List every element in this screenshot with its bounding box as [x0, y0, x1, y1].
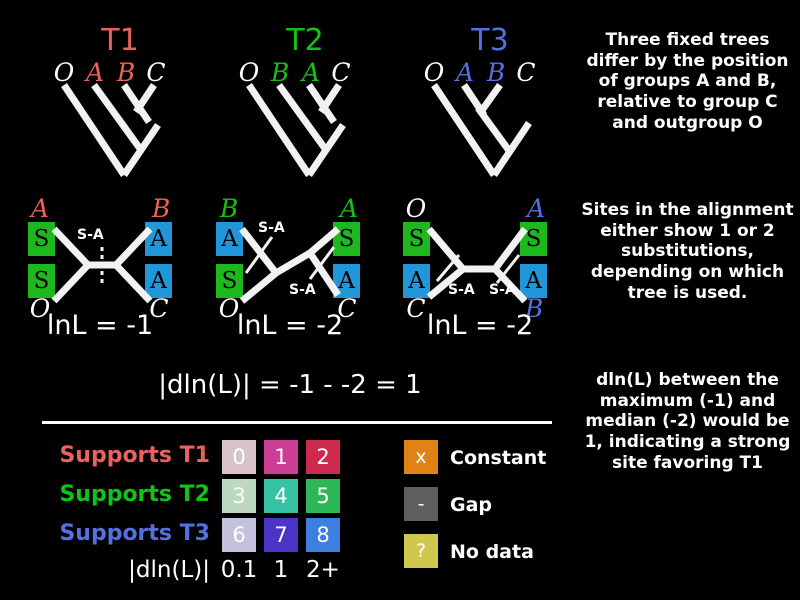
quartet-3-substitution-label-2: S-A [489, 282, 516, 298]
legend-swatch-t2-mid[interactable]: 4 [264, 479, 298, 513]
quartet-1-taxon-top-left: A [30, 194, 50, 223]
legend-divider [42, 421, 552, 424]
side-note-dlnl: dln(L) between the maximum (-1) and medi… [584, 370, 791, 473]
quartet-3-taxon-top-left: O [405, 194, 427, 223]
legend-swatch-t3-high[interactable]: 8 [306, 518, 340, 552]
quartet-2-substitution-label-1: S-A [258, 220, 285, 236]
quartet-1-edge-bottom-left [51, 262, 91, 304]
tree-t2-branch-o [246, 83, 312, 177]
tree-diagram-t1 [61, 82, 161, 177]
tree-title-t1: T1 [101, 23, 139, 58]
legend-scale-value-0: 0.1 [220, 557, 258, 583]
legend-swatch-t2-low[interactable]: 3 [222, 479, 256, 513]
quartet-3-edge-top-left [426, 226, 466, 272]
tree-t1-branch-o [61, 83, 127, 177]
legend-label-supports-t3: Supports T3 [59, 521, 210, 546]
legend-scale-label: |dln(L)| [128, 557, 210, 583]
side-note-sites: Sites in the alignment either show 1 or … [581, 200, 794, 303]
quartet-1-lnl: lnL = -1 [46, 310, 154, 341]
legend-swatch-t3-low[interactable]: 6 [222, 518, 256, 552]
legend-label-supports-t1: Supports T1 [59, 443, 210, 468]
quartet-3-lnl: lnL = -2 [426, 310, 534, 341]
legend-swatch-constant[interactable]: x [404, 440, 438, 474]
quartet-3-taxon-top-right: A [526, 194, 546, 223]
quartet-2-taxon-top-left: B [219, 194, 239, 223]
quartet-diagram-1 [51, 226, 153, 304]
legend-swatch-t1-low[interactable]: 0 [222, 440, 256, 474]
tree-t3-branch-o [431, 83, 497, 177]
legend-swatch-t3-mid[interactable]: 7 [264, 518, 298, 552]
tree-diagram-t2 [246, 82, 346, 177]
quartet-3-substitution-label-1: S-A [448, 282, 475, 298]
side-note-trees: Three fixed trees differ by the position… [586, 30, 789, 133]
quartet-2-taxon-top-right: A [339, 194, 359, 223]
figure-canvas: T1 O A B C T2 O B A C T3 O A B C A S S O… [0, 0, 800, 600]
legend-scale-value-2: 2+ [306, 557, 340, 583]
tree-t2-branch-c [318, 83, 342, 114]
tree-t3-branch-b [477, 82, 503, 116]
quartet-diagram-3 [426, 226, 528, 304]
legend-label-supports-t2: Supports T2 [59, 482, 210, 507]
tree-t1-branch-c [133, 83, 157, 114]
quartet-1-edge-top-right [113, 226, 153, 268]
legend-swatch-t1-mid[interactable]: 1 [264, 440, 298, 474]
legend-swatch-no-data[interactable]: ? [404, 534, 438, 568]
quartet-1-edge-bottom-right [113, 262, 153, 304]
quartet-3-edge-top-right [492, 226, 528, 272]
legend-label-gap: Gap [450, 494, 493, 516]
quartet-2-internal-edge [274, 249, 312, 277]
quartet-2-substitution-label-2: S-A [289, 282, 316, 298]
legend-label-constant: Constant [450, 447, 547, 469]
tree-title-t2: T2 [286, 23, 324, 58]
delta-lnl-equation: |dln(L)| = -1 - -2 = 1 [158, 370, 422, 400]
legend-swatch-t1-high[interactable]: 2 [306, 440, 340, 474]
legend-swatch-t2-high[interactable]: 5 [306, 479, 340, 513]
legend-scale-value-1: 1 [273, 557, 289, 583]
quartet-2-edge-bottom-left [239, 270, 279, 304]
legend-swatch-gap[interactable]: - [404, 487, 438, 521]
legend-label-no-data: No data [450, 541, 534, 563]
tree-title-t3: T3 [471, 23, 509, 58]
quartet-2-lnl: lnL = -2 [236, 310, 344, 341]
quartet-1-taxon-top-right: B [151, 194, 171, 223]
tree-diagram-t3 [431, 82, 532, 177]
quartet-1-substitution-label: S-A [77, 227, 104, 243]
